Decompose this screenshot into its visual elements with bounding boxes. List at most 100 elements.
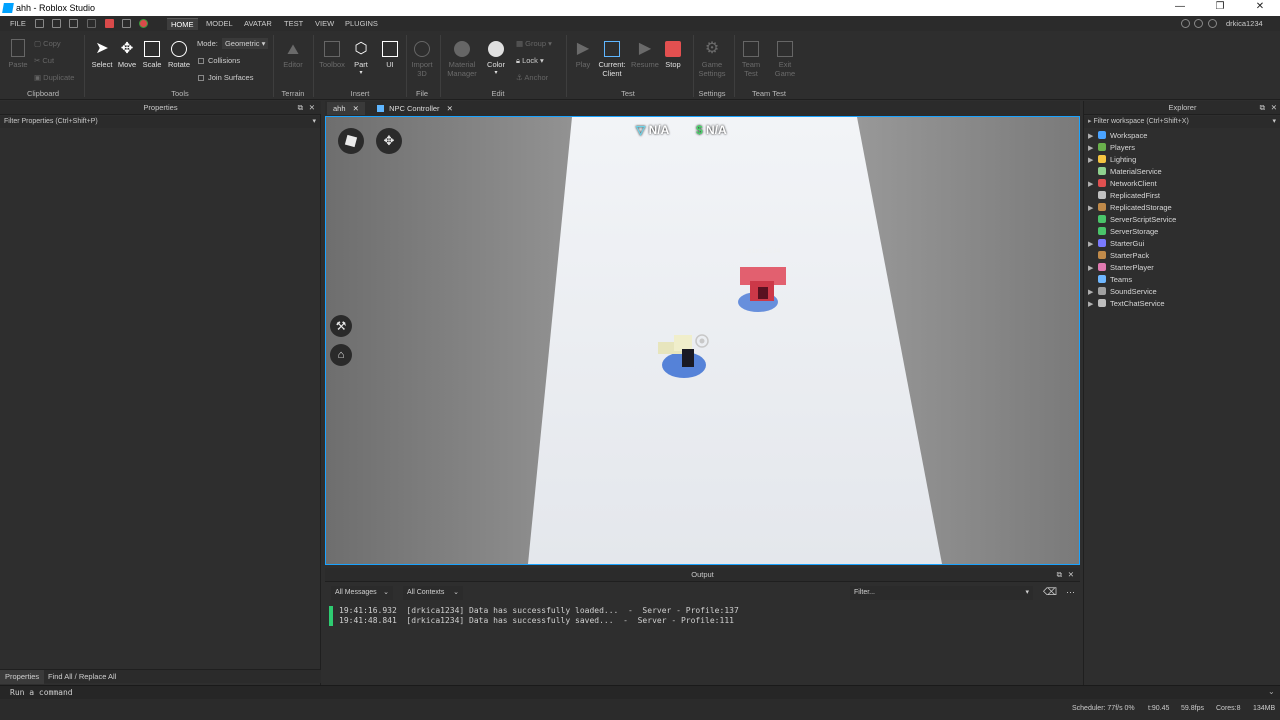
stop-quick-icon[interactable] xyxy=(105,19,114,28)
explorer-item-teams[interactable]: Teams xyxy=(1088,274,1132,286)
explorer-item-startergui[interactable]: ▶ StarterGui xyxy=(1088,238,1144,250)
more-options-icon[interactable]: ⋯ xyxy=(1066,587,1075,598)
collisions-checkbox[interactable] xyxy=(198,58,204,65)
share-icon[interactable] xyxy=(1208,19,1217,28)
rotate-button[interactable]: Rotate xyxy=(166,41,192,69)
output-filter-input[interactable]: Filter... ▾ xyxy=(850,586,1033,600)
explorer-item-serverstorage[interactable]: ServerStorage xyxy=(1088,226,1158,238)
close-explorer-icon[interactable]: ✕ xyxy=(1271,101,1277,115)
new-file-icon[interactable] xyxy=(35,19,44,28)
cut-button[interactable]: ✂ Cut xyxy=(34,56,54,65)
play-quick-icon[interactable] xyxy=(87,19,96,28)
mode-dropdown[interactable]: Geometric ▾ xyxy=(221,38,269,49)
exit-game-button[interactable]: Exit Game xyxy=(772,41,798,78)
import-3d-button[interactable]: Import 3D xyxy=(409,41,435,78)
close-tab-icon[interactable]: ✕ xyxy=(447,104,453,113)
close-output-icon[interactable]: ✕ xyxy=(1068,568,1074,582)
anchor-button[interactable]: ⚓︎ Anchor xyxy=(516,73,548,82)
explorer-item-players[interactable]: ▶ Players xyxy=(1088,142,1135,154)
notifications-icon[interactable] xyxy=(1181,19,1190,28)
move-button[interactable]: ✥ Move xyxy=(115,41,139,70)
chevron-down-icon[interactable]: ⌄ xyxy=(1268,687,1275,696)
close-properties-icon[interactable]: ✕ xyxy=(309,101,315,115)
backpack-tool-button[interactable]: ⌂ xyxy=(330,344,352,366)
part-dropdown-icon[interactable]: ▾ xyxy=(349,69,373,76)
terrain-editor-button[interactable]: ⛰ Editor xyxy=(279,41,307,69)
help-icon[interactable] xyxy=(1194,19,1203,28)
material-manager-button[interactable]: Material Manager xyxy=(444,41,480,78)
maximize-icon[interactable]: ❐ xyxy=(1200,1,1240,15)
explorer-item-replicatedstorage[interactable]: ▶ ReplicatedStorage xyxy=(1088,202,1172,214)
3d-viewport[interactable]: ▽ N/A $ N/A drkica1234 ✥ ⚒ ⌂ xyxy=(325,116,1080,565)
team-test-button[interactable]: Team Test xyxy=(738,41,764,78)
tab-avatar[interactable]: AVATAR xyxy=(240,18,276,30)
chevron-right-icon[interactable]: ▶ xyxy=(1088,299,1098,311)
messages-filter-dropdown[interactable]: All Messages ⌄ xyxy=(331,586,393,600)
join-surfaces-toggle[interactable]: Join Surfaces xyxy=(198,73,253,82)
explorer-item-serverscriptservice[interactable]: ServerScriptService xyxy=(1088,214,1176,226)
properties-filter-input[interactable]: Filter Properties (Ctrl+Shift+P) ▾ xyxy=(0,116,320,128)
explorer-item-soundservice[interactable]: ▶ SoundService xyxy=(1088,286,1157,298)
resume-button[interactable]: ▶ Resume xyxy=(631,41,659,70)
explorer-item-replicatedfirst[interactable]: ReplicatedFirst xyxy=(1088,190,1160,202)
close-window-icon[interactable]: ✕ xyxy=(1240,1,1280,15)
filter-dropdown-icon[interactable]: ▾ xyxy=(1272,116,1276,128)
color-button[interactable]: Color ▾ xyxy=(483,41,509,76)
join-surfaces-checkbox[interactable] xyxy=(198,75,204,82)
file-menu[interactable]: FILE xyxy=(6,18,30,30)
tab-model[interactable]: MODEL xyxy=(202,18,237,30)
color-dropdown-icon[interactable]: ▾ xyxy=(483,69,509,76)
open-file-icon[interactable] xyxy=(52,19,61,28)
ui-button[interactable]: UI xyxy=(378,41,402,69)
copy-button[interactable]: ▢ Copy xyxy=(34,39,61,48)
tab-plugins[interactable]: PLUGINS xyxy=(341,18,382,30)
close-tab-icon[interactable]: ✕ xyxy=(353,104,359,113)
tab-ahh[interactable]: ahh ✕ xyxy=(327,102,365,115)
scale-button[interactable]: Scale xyxy=(140,41,164,69)
redo-icon[interactable] xyxy=(122,19,131,28)
command-bar[interactable]: Run a command ⌄ xyxy=(0,685,1280,699)
roblox-menu-button[interactable] xyxy=(338,128,364,154)
undock-icon[interactable]: ⧉ xyxy=(1057,568,1062,582)
contexts-filter-dropdown[interactable]: All Contexts ⌄ xyxy=(403,586,463,600)
minimize-icon[interactable]: — xyxy=(1160,1,1200,15)
tab-view[interactable]: VIEW xyxy=(311,18,338,30)
play-button[interactable]: ▶ Play xyxy=(572,41,594,70)
explorer-item-networkclient[interactable]: ▶ NetworkClient xyxy=(1088,178,1157,190)
emote-menu-button[interactable]: ✥ xyxy=(376,128,402,154)
current-client-button[interactable]: Current: Client xyxy=(596,41,628,78)
explorer-item-lighting[interactable]: ▶ Lighting xyxy=(1088,154,1136,166)
undock-icon[interactable]: ⧉ xyxy=(1260,101,1265,115)
tab-test[interactable]: TEST xyxy=(280,18,307,30)
lock-button[interactable]: 🔒︎ Lock ▾ xyxy=(516,56,544,66)
filter-dropdown-icon[interactable]: ▾ xyxy=(312,116,316,128)
explorer-item-starterpack[interactable]: StarterPack xyxy=(1088,250,1149,262)
explorer-filter-input[interactable]: ▸ Filter workspace (Ctrl+Shift+X) ▾ xyxy=(1084,116,1280,128)
user-account[interactable]: drkica1234 xyxy=(1222,18,1267,30)
toolbox-button[interactable]: Toolbox xyxy=(316,41,348,69)
duplicate-button[interactable]: ▣ Duplicate xyxy=(34,73,74,82)
explorer-item-starterplayer[interactable]: ▶ StarterPlayer xyxy=(1088,262,1154,274)
part-button[interactable]: ⬡ Part ▾ xyxy=(349,41,373,77)
tab-find-all[interactable]: Find All / Replace All xyxy=(48,670,116,684)
mode-selector[interactable]: Mode: Geometric ▾ xyxy=(197,38,269,49)
explorer-item-textchatservice[interactable]: ▶ TextChatService xyxy=(1088,298,1165,310)
expand-all-icon[interactable]: ▸ xyxy=(1088,118,1092,125)
undock-icon[interactable]: ⧉ xyxy=(298,101,303,115)
collisions-toggle[interactable]: Collisions xyxy=(198,56,240,65)
paste-button[interactable]: Paste xyxy=(6,39,30,69)
explorer-item-materialservice[interactable]: MaterialService xyxy=(1088,166,1162,178)
tab-npc-controller[interactable]: NPC Controller ✕ xyxy=(371,102,459,115)
undo-icon[interactable] xyxy=(69,19,78,28)
stop-button[interactable]: Stop xyxy=(661,41,685,69)
hammer-tool-button[interactable]: ⚒ xyxy=(330,315,352,337)
tab-properties[interactable]: Properties xyxy=(0,670,45,684)
color-wheel-icon[interactable] xyxy=(139,19,148,28)
ui-label: UI xyxy=(386,60,394,69)
explorer-item-workspace[interactable]: ▶ Workspace xyxy=(1088,130,1147,142)
group-button[interactable]: ▦ Group ▾ xyxy=(516,39,552,48)
game-settings-button[interactable]: ⚙ Game Settings xyxy=(696,41,728,79)
clear-output-icon[interactable]: ⌫ xyxy=(1043,587,1057,598)
tab-home[interactable]: HOME xyxy=(167,18,198,30)
select-button[interactable]: ➤ Select xyxy=(90,41,114,70)
